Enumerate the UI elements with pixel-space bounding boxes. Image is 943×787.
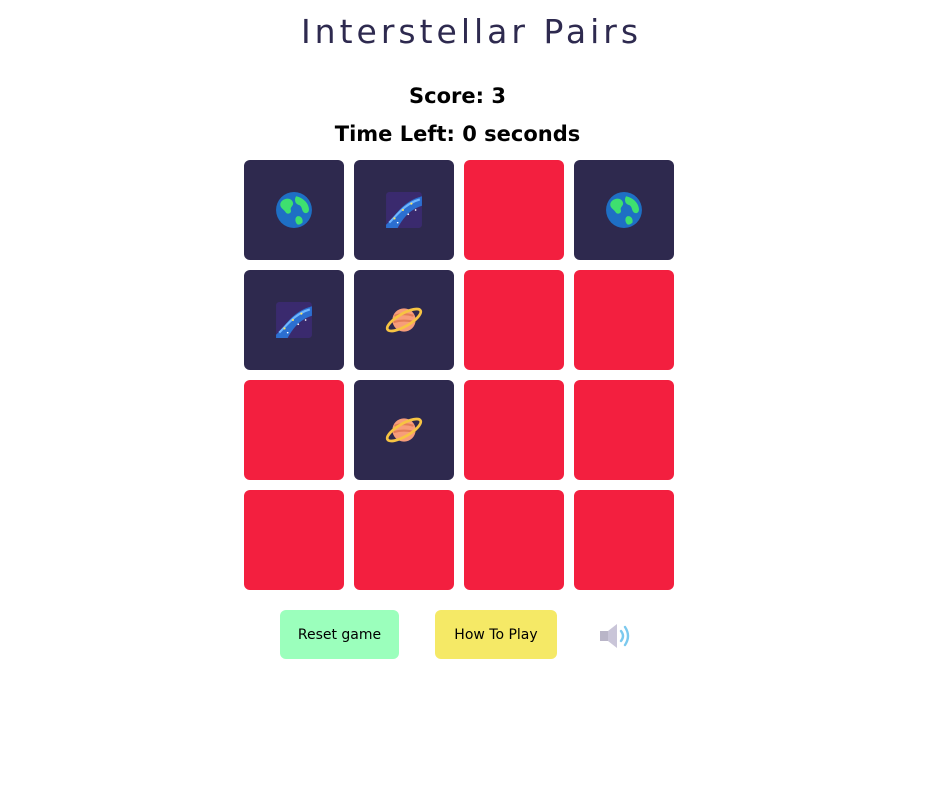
milky-way-icon: [275, 301, 313, 339]
memory-card[interactable]: [574, 380, 674, 480]
memory-card[interactable]: [354, 380, 454, 480]
memory-card[interactable]: [464, 380, 564, 480]
memory-card[interactable]: [354, 270, 454, 370]
earth-icon: [605, 191, 643, 229]
card-grid: [244, 160, 674, 590]
memory-card[interactable]: [464, 490, 564, 590]
memory-card[interactable]: [574, 160, 674, 260]
score-display: Score: 3: [409, 84, 506, 108]
memory-card[interactable]: [244, 380, 344, 480]
memory-card[interactable]: [354, 160, 454, 260]
game-title: Interstellar Pairs: [300, 12, 643, 51]
earth-icon: [275, 191, 313, 229]
speaker-icon[interactable]: [598, 621, 634, 651]
memory-card[interactable]: [244, 270, 344, 370]
reset-game-button[interactable]: Reset game: [280, 610, 399, 659]
memory-card[interactable]: [574, 490, 674, 590]
time-left-display: Time Left: 0 seconds: [334, 122, 581, 146]
memory-card[interactable]: [244, 490, 344, 590]
ringed-planet-icon: [385, 301, 423, 339]
milky-way-icon: [385, 191, 423, 229]
memory-card[interactable]: [464, 160, 564, 260]
how-to-play-button[interactable]: How To Play: [435, 610, 557, 659]
memory-card[interactable]: [464, 270, 564, 370]
memory-card[interactable]: [354, 490, 454, 590]
memory-card[interactable]: [244, 160, 344, 260]
memory-card[interactable]: [574, 270, 674, 370]
ringed-planet-icon: [385, 411, 423, 449]
